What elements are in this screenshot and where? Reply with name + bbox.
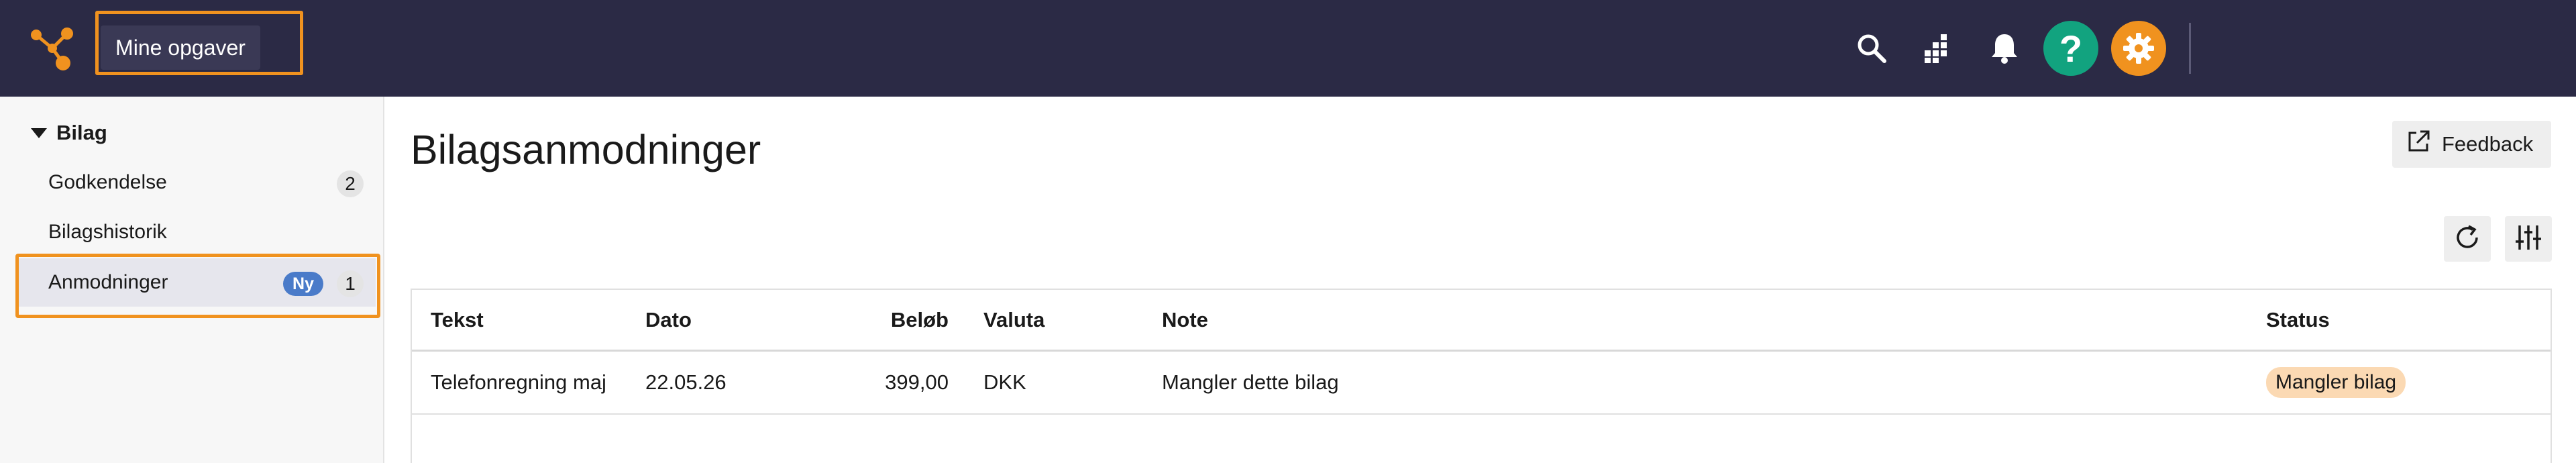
count-badge: 2 — [337, 170, 364, 197]
sliders-icon — [2514, 223, 2543, 256]
bell-icon[interactable] — [1981, 25, 2028, 72]
cell-belob: 399,00 — [885, 370, 949, 394]
sidebar-item-godkendelse[interactable]: Godkendelse 2 — [19, 158, 376, 207]
help-icon[interactable]: ? — [2043, 21, 2098, 76]
top-bar: Mine opgaver ? — [0, 0, 2576, 97]
cell-valuta: DKK — [983, 370, 1026, 394]
search-icon[interactable] — [1848, 25, 1895, 72]
feedback-label: Feedback — [2442, 132, 2534, 156]
sidebar-item-label: Bilagshistorik — [48, 221, 167, 243]
cell-tekst: Telefonregning maj — [431, 370, 606, 394]
external-link-icon — [2406, 129, 2431, 160]
sidebar-section-bilag[interactable]: Bilag — [31, 121, 107, 145]
table-header: Tekst Dato Beløb Valuta Note Status — [412, 290, 2551, 352]
sidebar-item-label: Godkendelse — [48, 171, 167, 193]
refresh-icon — [2453, 223, 2482, 256]
column-header-belob[interactable]: Beløb — [788, 290, 949, 350]
logo-icon[interactable] — [28, 25, 75, 72]
column-header-note[interactable]: Note — [1162, 290, 1208, 350]
mine-opgaver-button[interactable]: Mine opgaver — [101, 25, 260, 70]
caret-down-icon — [31, 127, 47, 138]
refresh-button[interactable] — [2444, 216, 2491, 262]
column-header-dato[interactable]: Dato — [645, 290, 692, 350]
gear-icon[interactable] — [2111, 21, 2166, 76]
column-settings-button[interactable] — [2505, 216, 2552, 262]
feedback-button[interactable]: Feedback — [2392, 121, 2551, 168]
requests-table: Tekst Dato Beløb Valuta Note Status Tele… — [411, 289, 2552, 463]
column-header-tekst[interactable]: Tekst — [431, 290, 484, 350]
cell-dato: 22.05.26 — [645, 370, 727, 394]
column-header-status[interactable]: Status — [2266, 290, 2330, 350]
table-row[interactable]: Telefonregning maj 22.05.26 399,00 DKK M… — [412, 352, 2551, 415]
sidebar-item-bilagshistorik[interactable]: Bilagshistorik — [19, 208, 376, 256]
grid-apps-icon[interactable] — [1914, 25, 1961, 72]
sidebar: Bilag Godkendelse 2 Bilagshistorik Anmod… — [0, 97, 384, 463]
cell-note: Mangler dette bilag — [1162, 370, 1339, 394]
highlight-frame-sidebar — [15, 254, 380, 318]
cell-status: Mangler bilag — [2266, 352, 2406, 413]
topbar-divider — [2189, 23, 2191, 74]
sidebar-section-label: Bilag — [56, 121, 107, 144]
status-badge: Mangler bilag — [2266, 367, 2406, 398]
page-title: Bilagsanmodninger — [411, 127, 761, 172]
column-header-valuta[interactable]: Valuta — [983, 290, 1044, 350]
